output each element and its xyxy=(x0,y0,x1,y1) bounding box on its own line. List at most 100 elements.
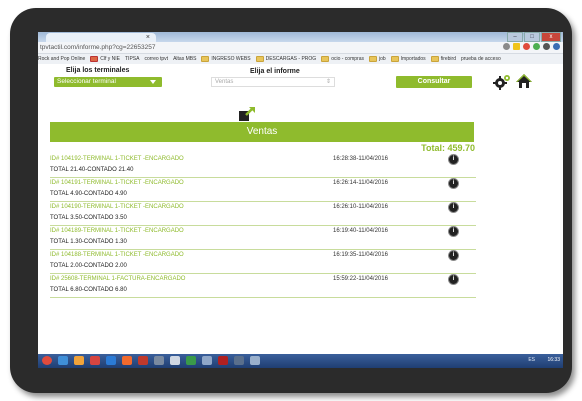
bookmark-item[interactable]: Clf y NIE xyxy=(90,56,120,62)
terminals-label: Elija los terminales xyxy=(66,67,130,74)
page-icon xyxy=(90,56,99,62)
sale-datetime: 16:28:38-11/04/2016 xyxy=(333,156,388,162)
bookmark-label: correo tpvt xyxy=(144,56,169,62)
maximize-button[interactable]: □ xyxy=(524,32,540,42)
close-button[interactable]: x xyxy=(541,32,561,42)
bookmark-item[interactable]: INGRESO WEBS xyxy=(201,56,251,62)
bookmark-label: Clf y NIE xyxy=(100,56,120,62)
taskbar-app-icon[interactable] xyxy=(138,356,148,365)
report-app: Elija los terminales Seleccionar termina… xyxy=(38,64,563,356)
folder-icon xyxy=(201,56,210,62)
sale-id[interactable]: ID# 104191-TERMINAL 1-TICKET -ENCARGADO xyxy=(50,180,184,186)
bookmark-item[interactable]: DESCARGAS - PROG xyxy=(255,56,317,62)
bookmark-item[interactable]: Importados xyxy=(390,56,426,62)
taskbar-app-icon[interactable] xyxy=(154,356,164,365)
taskbar-app-icon[interactable] xyxy=(106,356,116,365)
list-item[interactable]: ID# 25608-TERMINAL 1-FACTURA-ENCARGADO 1… xyxy=(50,274,476,298)
folder-icon xyxy=(368,56,377,62)
url-text[interactable]: tpvtactil.com/informe.php?cg=22653257 xyxy=(38,44,155,51)
taskbar-app-icon[interactable] xyxy=(90,356,100,365)
list-item[interactable]: ID# 104192-TERMINAL 1-TICKET -ENCARGADO … xyxy=(50,154,476,178)
report-label: Elija el informe xyxy=(250,68,300,75)
extension-icon[interactable] xyxy=(533,43,540,50)
sale-total: TOTAL 6.80-CONTADO 6.80 xyxy=(50,287,127,293)
report-select[interactable]: Ventas ⇕ xyxy=(211,77,335,87)
bookmark-item[interactable]: ocio - compras xyxy=(321,56,364,62)
sale-id[interactable]: ID# 104189-TERMINAL 1-TICKET -ENCARGADO xyxy=(50,228,184,234)
taskbar-app-icon[interactable] xyxy=(250,356,260,365)
list-item[interactable]: ID# 104190-TERMINAL 1-TICKET -ENCARGADO … xyxy=(50,202,476,226)
window-controls: – □ x xyxy=(507,32,561,42)
translate-icon[interactable] xyxy=(503,43,510,50)
menu-icon[interactable] xyxy=(553,43,560,50)
taskbar: ES 16:33 xyxy=(38,354,563,368)
bookmark-item[interactable]: job xyxy=(368,56,386,62)
taskbar-clock[interactable]: 16:33 xyxy=(547,357,560,363)
folder-icon xyxy=(321,56,330,62)
info-icon[interactable]: i xyxy=(448,250,459,261)
bookmark-item[interactable]: Rock and Pop Online xyxy=(38,56,85,62)
bookmark-label: INGRESO WEBS xyxy=(211,56,251,62)
taskbar-app-icon[interactable] xyxy=(58,356,68,365)
taskbar-app-icon[interactable] xyxy=(218,356,228,365)
list-item[interactable]: ID# 104191-TERMINAL 1-TICKET -ENCARGADO … xyxy=(50,178,476,202)
report-banner: Ventas xyxy=(50,122,474,142)
chevron-down-icon xyxy=(150,80,156,84)
sale-datetime: 16:26:14-11/04/2016 xyxy=(333,180,388,186)
taskbar-app-icon[interactable] xyxy=(74,356,84,365)
bookmark-label: Importados xyxy=(400,56,426,62)
updown-icon: ⇕ xyxy=(325,79,331,85)
bookmark-item[interactable]: firebird xyxy=(430,56,456,62)
list-item[interactable]: ID# 104189-TERMINAL 1-TICKET -ENCARGADO … xyxy=(50,226,476,250)
bookmark-item[interactable]: correo tpvt xyxy=(144,56,168,62)
settings-gear-icon[interactable] xyxy=(492,74,512,90)
bookmark-label: Altas MBS xyxy=(173,56,197,62)
list-item[interactable]: ID# 104188-TERMINAL 1-TICKET -ENCARGADO … xyxy=(50,250,476,274)
address-bar[interactable]: tpvtactil.com/informe.php?cg=22653257 xyxy=(38,42,563,54)
report-total: Total: 459.70 xyxy=(421,143,475,153)
browser-tab[interactable]: × xyxy=(46,33,156,42)
folder-icon xyxy=(390,56,399,62)
taskbar-app-icon[interactable] xyxy=(186,356,196,365)
star-icon[interactable] xyxy=(513,43,520,50)
info-icon[interactable]: i xyxy=(448,202,459,213)
sale-datetime: 15:59:22-11/04/2016 xyxy=(333,276,388,282)
extension-icon[interactable] xyxy=(523,43,530,50)
info-icon[interactable]: i xyxy=(448,226,459,237)
taskbar-app-icon[interactable] xyxy=(122,356,132,365)
extension-icon[interactable] xyxy=(543,43,550,50)
bookmark-label: TIPSA xyxy=(125,56,140,62)
bookmark-label: Rock and Pop Online xyxy=(38,56,86,62)
minimize-button[interactable]: – xyxy=(507,32,523,42)
sale-datetime: 16:26:10-11/04/2016 xyxy=(333,204,388,210)
export-icon[interactable] xyxy=(238,106,258,122)
bookmark-item[interactable]: prueba de acceso xyxy=(461,56,501,62)
consult-button[interactable]: Consultar xyxy=(396,76,472,88)
taskbar-app-icon[interactable] xyxy=(170,356,180,365)
sale-datetime: 16:19:35-11/04/2016 xyxy=(333,252,388,258)
sale-total: TOTAL 4.90-CONTADO 4.90 xyxy=(50,191,127,197)
tab-close-icon[interactable]: × xyxy=(146,33,150,42)
start-icon[interactable] xyxy=(42,356,52,365)
bookmark-item[interactable]: Altas MBS xyxy=(173,56,196,62)
sale-total: TOTAL 1.30-CONTADO 1.30 xyxy=(50,239,127,245)
sale-id[interactable]: ID# 104192-TERMINAL 1-TICKET -ENCARGADO xyxy=(50,156,184,162)
taskbar-app-icon[interactable] xyxy=(234,356,244,365)
terminal-select[interactable]: Seleccionar terminal xyxy=(54,77,162,87)
home-icon[interactable] xyxy=(515,73,533,89)
bookmark-item[interactable]: TIPSA xyxy=(125,56,139,62)
sale-id[interactable]: ID# 25608-TERMINAL 1-FACTURA-ENCARGADO xyxy=(50,276,185,282)
terminal-select-value: Seleccionar terminal xyxy=(57,78,116,85)
bookmark-label: DESCARGAS - PROG xyxy=(265,56,317,62)
bookmark-label: prueba de acceso xyxy=(460,56,501,62)
taskbar-app-icon[interactable] xyxy=(202,356,212,365)
info-icon[interactable]: i xyxy=(448,154,459,165)
sale-id[interactable]: ID# 104188-TERMINAL 1-TICKET -ENCARGADO xyxy=(50,252,184,258)
sale-id[interactable]: ID# 104190-TERMINAL 1-TICKET -ENCARGADO xyxy=(50,204,184,210)
info-icon[interactable]: i xyxy=(448,178,459,189)
tray-language[interactable]: ES xyxy=(528,357,535,363)
info-icon[interactable]: i xyxy=(448,274,459,285)
folder-icon xyxy=(255,56,264,62)
sale-total: TOTAL 21.40-CONTADO 21.40 xyxy=(50,167,134,173)
screen: × – □ x tpvtactil.com/informe.php?cg=226… xyxy=(38,32,563,368)
